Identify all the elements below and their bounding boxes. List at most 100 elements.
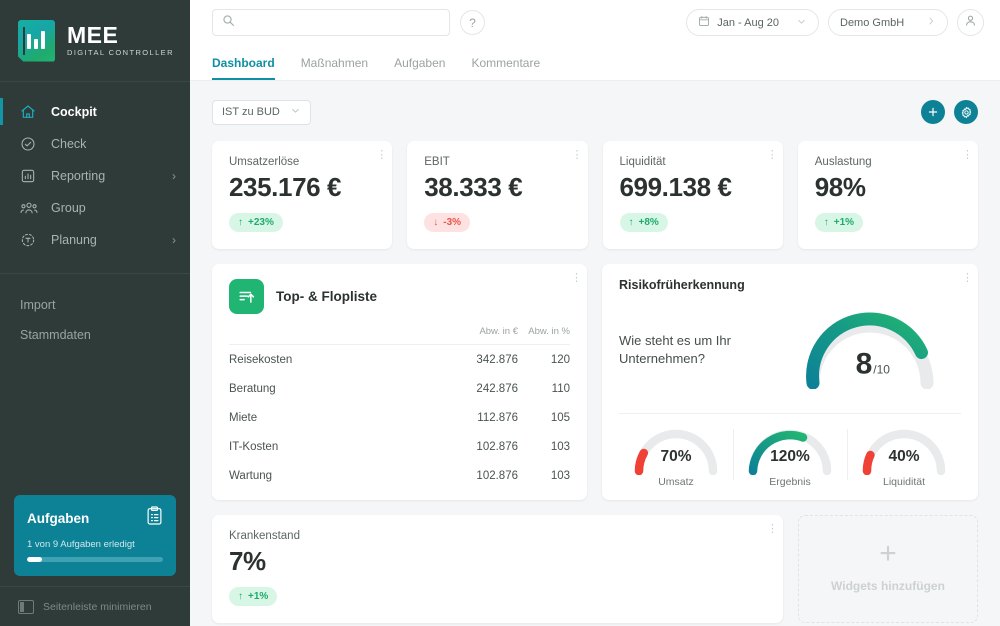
- topbar: ? Jan - Aug 20 Demo GmbH: [190, 0, 1000, 45]
- risk-score-value: 8: [855, 346, 873, 380]
- kpi-delta-badge: ↑ +23%: [229, 213, 283, 232]
- search-box[interactable]: [212, 9, 450, 36]
- tab-dashboard[interactable]: Dashboard: [212, 56, 275, 80]
- kpi-label: EBIT: [424, 156, 450, 168]
- top-flop-list-card: ⋮ Top- & Flopliste Abw. in € Abw. in % R…: [212, 264, 587, 500]
- tab-bar: Dashboard Maßnahmen Aufgaben Kommentare: [190, 45, 1000, 81]
- column-header-name: [229, 322, 446, 345]
- sidebar-item-stammdaten[interactable]: Stammdaten: [0, 320, 190, 350]
- row-eur: 102.876: [476, 470, 518, 482]
- kpi-delta-value: -3%: [443, 217, 462, 228]
- risk-detection-card: ⋮ Risikofrüherkennung Wie steht es um Ih…: [602, 264, 978, 500]
- kpi-card-umsatzerloese[interactable]: ⋮ Umsatzerlöse 235.176 € ↑ +23%: [212, 141, 393, 249]
- row-name: Wartung: [229, 470, 273, 482]
- topbar-right-controls: Jan - Aug 20 Demo GmbH: [686, 9, 984, 36]
- card-menu-icon[interactable]: ⋮: [962, 273, 973, 283]
- arrow-up-icon: ↑: [238, 217, 243, 228]
- add-widget-button[interactable]: [921, 100, 945, 124]
- risk-score-max: /10: [873, 361, 890, 376]
- top-flop-title: Top- & Flopliste: [276, 289, 377, 304]
- card-menu-icon[interactable]: ⋮: [571, 273, 582, 283]
- check-circle-icon: [20, 136, 42, 152]
- sidebar-item-cockpit[interactable]: Cockpit: [0, 96, 190, 127]
- comparison-filter-select[interactable]: IST zu BUD: [212, 99, 311, 125]
- company-name: Demo GmbH: [840, 16, 905, 29]
- planning-icon: [20, 232, 42, 248]
- brand-tagline: DIGITAL CONTROLLER: [67, 48, 174, 57]
- home-icon: [20, 104, 42, 120]
- search-input[interactable]: [242, 16, 440, 29]
- card-menu-icon[interactable]: ⋮: [767, 524, 778, 534]
- sidebar-item-reporting[interactable]: Reporting ›: [0, 160, 190, 191]
- help-button[interactable]: ?: [460, 10, 485, 35]
- collapse-sidebar-button[interactable]: Seitenleiste minimieren: [0, 586, 190, 626]
- kpi-card-krankenstand[interactable]: ⋮ Krankenstand 7% ↑ +1%: [212, 515, 783, 623]
- clipboard-icon: [146, 506, 163, 530]
- kpi-delta-value: +8%: [638, 217, 659, 228]
- tab-massnahmen[interactable]: Maßnahmen: [301, 56, 368, 80]
- column-header-abw-eur: Abw. in €: [446, 322, 518, 345]
- kpi-value: 699.138 €: [619, 172, 732, 202]
- sidebar-item-import[interactable]: Import: [0, 290, 190, 320]
- row-name: Beratung: [229, 383, 276, 395]
- kpi-card-liquiditaet[interactable]: ⋮ Liquidität 699.138 € ↑ +8%: [602, 141, 783, 249]
- row-eur: 342.876: [476, 354, 518, 366]
- table-row[interactable]: Beratung 242.876 110: [229, 374, 570, 403]
- calendar-icon: [698, 15, 710, 30]
- dashboard-content: IST zu BUD ⋮ Umsatzerlöse 235.176 € ↑ +2…: [190, 81, 1000, 626]
- app-root: MEE DIGITAL CONTROLLER Cockpit Check Rep…: [0, 0, 1000, 626]
- row-eur: 112.876: [477, 412, 518, 424]
- kpi-label: Umsatzerlöse: [229, 156, 300, 168]
- risk-score-value-group: 8 /10: [856, 347, 890, 381]
- mini-gauge-value: 120%: [770, 447, 810, 465]
- row-pct: 103: [550, 470, 570, 482]
- company-selector[interactable]: Demo GmbH: [828, 9, 948, 36]
- sidebar-item-planung[interactable]: Planung ›: [0, 224, 190, 255]
- kpi-delta-value: +1%: [248, 591, 269, 602]
- top-flop-header: Top- & Flopliste: [229, 279, 570, 314]
- arrow-up-icon: ↑: [823, 217, 829, 228]
- date-range-selector[interactable]: Jan - Aug 20: [686, 9, 819, 36]
- sidebar-item-label: Cockpit: [51, 104, 97, 119]
- risk-main-section: Wie steht es um Ihr Unternehmen? 8 /10: [619, 292, 961, 407]
- sidebar-item-check[interactable]: Check: [0, 128, 190, 159]
- card-menu-icon[interactable]: ⋮: [572, 150, 583, 160]
- row-pct: 120: [550, 354, 570, 366]
- kpi-label: Krankenstand: [229, 530, 300, 542]
- list-up-icon: [229, 279, 264, 314]
- dashboard-toolbar: IST zu BUD: [212, 95, 978, 129]
- top-flop-table: Abw. in € Abw. in % Reisekosten 342.876 …: [229, 322, 570, 490]
- kpi-delta-badge: ↑ +1%: [229, 587, 278, 606]
- sidebar-item-group[interactable]: Group: [0, 192, 190, 223]
- card-menu-icon[interactable]: ⋮: [376, 150, 387, 160]
- dashboard-settings-button[interactable]: [954, 100, 978, 124]
- row-pct: 110: [551, 383, 570, 395]
- kpi-card-ebit[interactable]: ⋮ EBIT 38.333 € ↓ -3%: [407, 141, 588, 249]
- card-menu-icon[interactable]: ⋮: [962, 150, 973, 160]
- add-widget-label: Widgets hinzufügen: [831, 579, 945, 593]
- table-row[interactable]: Reisekosten 342.876 120: [229, 345, 570, 375]
- sidebar-nav: Cockpit Check Reporting › Group Planung …: [0, 82, 190, 350]
- risk-mini-gauges: 70% Umsatz 120% Ergebnis 40% Liquidität: [619, 414, 961, 488]
- kpi-delta-value: +23%: [248, 217, 274, 228]
- kpi-card-auslastung[interactable]: ⋮ Auslastung 98% ↑ +1%: [797, 141, 978, 249]
- user-avatar-button[interactable]: [957, 9, 984, 36]
- risk-score-gauge: 8 /10: [779, 311, 961, 389]
- brand-logo[interactable]: MEE DIGITAL CONTROLLER: [0, 0, 190, 82]
- tab-aufgaben[interactable]: Aufgaben: [394, 56, 445, 80]
- table-row[interactable]: IT-Kosten 102.876 103: [229, 432, 570, 461]
- tasks-card[interactable]: Aufgaben 1 von 9 Aufgaben erledigt: [14, 495, 176, 576]
- add-widget-placeholder[interactable]: + Widgets hinzufügen: [798, 515, 978, 623]
- table-row[interactable]: Wartung 102.876 103: [229, 461, 570, 490]
- card-menu-icon[interactable]: ⋮: [767, 150, 778, 160]
- kpi-value: 38.333 €: [424, 172, 523, 202]
- row-name: Miete: [229, 412, 258, 424]
- mini-gauge-umsatz: 70% Umsatz: [619, 425, 733, 488]
- kpi-delta-badge: ↓ -3%: [424, 213, 471, 232]
- kpi-value: 98%: [814, 172, 866, 202]
- group-icon: [20, 200, 42, 216]
- chevron-right-icon: [926, 16, 936, 29]
- tab-kommentare[interactable]: Kommentare: [471, 56, 540, 80]
- comparison-filter-value: IST zu BUD: [222, 106, 280, 118]
- table-row[interactable]: Miete 112.876 105: [229, 403, 570, 432]
